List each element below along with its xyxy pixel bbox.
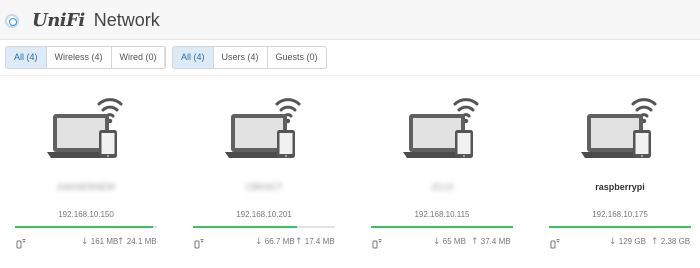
filter-all-types[interactable]: All (4)	[173, 47, 214, 68]
client-ip: 192.168.10.115	[414, 210, 470, 219]
filter-bar: All (4) Wireless (4) Wired (0) All (4) U…	[0, 40, 700, 76]
client-name: JCLD	[430, 182, 454, 192]
client-ip: 192.168.10.150	[58, 210, 114, 219]
brand-title: UniFi Network	[32, 10, 160, 31]
client-name: raspberrypi	[595, 182, 645, 192]
app-menu-icon[interactable]	[5, 14, 19, 28]
access-point-icon[interactable]	[371, 236, 383, 249]
download-value: 129 GB	[618, 237, 646, 246]
upload-arrow-icon: ↑	[651, 237, 659, 247]
download-arrow-icon: ↓	[433, 237, 441, 247]
client-card[interactable]: CBKNCT 192.168.10.201 ↓ 66.7 MB ↑ 17.4 M…	[189, 90, 339, 260]
upload-stat: ↑ 17.4 MB	[295, 237, 335, 247]
signal-bar	[549, 226, 691, 228]
client-stats: ↓ 66.7 MB ↑ 17.4 MB	[189, 236, 339, 250]
download-stat: ↓ 66.7 MB	[255, 237, 295, 247]
upload-stat: ↑ 2.38 GB	[651, 237, 690, 247]
client-name: CBKNCT	[245, 182, 283, 192]
filter-users[interactable]: Users (4)	[214, 47, 268, 68]
download-stat: ↓ 129 GB	[609, 237, 646, 247]
signal-fill	[371, 226, 513, 228]
filter-divider	[164, 46, 165, 69]
download-arrow-icon: ↓	[609, 237, 617, 247]
download-value: 65 MB	[442, 237, 466, 246]
upload-arrow-icon: ↑	[117, 237, 125, 247]
upload-value: 17.4 MB	[304, 237, 335, 246]
client-card[interactable]: AAKNERNEW 192.168.10.150 ↓ 161 MB ↑ 24.1…	[11, 90, 161, 260]
access-point-icon[interactable]	[193, 236, 205, 249]
client-stats: ↓ 65 MB ↑ 37.4 MB	[367, 236, 517, 250]
client-stats: ↓ 161 MB ↑ 24.1 MB	[11, 236, 161, 250]
upload-value: 2.38 GB	[660, 237, 691, 246]
signal-fill	[15, 226, 153, 228]
signal-bar	[15, 226, 157, 228]
filter-wired[interactable]: Wired (0)	[112, 47, 165, 68]
filter-all-connections[interactable]: All (4)	[6, 47, 47, 68]
filter-guests[interactable]: Guests (0)	[268, 47, 326, 68]
app-name: Network	[93, 10, 160, 30]
signal-bar	[193, 226, 335, 228]
laptop-wifi-icon	[575, 90, 665, 168]
filter-wireless[interactable]: Wireless (4)	[47, 47, 112, 68]
download-value: 66.7 MB	[264, 237, 295, 246]
client-card[interactable]: JCLD 192.168.10.115 ↓ 65 MB ↑ 37.4 MB	[367, 90, 517, 260]
download-arrow-icon: ↓	[81, 237, 89, 247]
laptop-wifi-icon	[397, 90, 487, 168]
client-ip: 192.168.10.201	[236, 210, 292, 219]
access-point-icon[interactable]	[15, 236, 27, 249]
upload-value: 24.1 MB	[126, 237, 157, 246]
upload-stat: ↑ 24.1 MB	[117, 237, 157, 247]
download-value: 161 MB	[90, 237, 119, 246]
unifi-logo: UniFi	[32, 10, 85, 31]
download-stat: ↓ 65 MB	[433, 237, 466, 247]
download-arrow-icon: ↓	[255, 237, 263, 247]
laptop-wifi-icon	[219, 90, 309, 168]
connection-filter-group: All (4) Wireless (4) Wired (0)	[5, 46, 166, 69]
access-point-icon[interactable]	[549, 236, 561, 249]
app-header: UniFi Network	[0, 0, 700, 40]
signal-fill	[549, 226, 691, 228]
upload-value: 37.4 MB	[480, 237, 511, 246]
client-name: AAKNERNEW	[56, 182, 115, 192]
upload-arrow-icon: ↑	[295, 237, 303, 247]
upload-arrow-icon: ↑	[471, 237, 479, 247]
download-stat: ↓ 161 MB	[81, 237, 118, 247]
client-card[interactable]: raspberrypi 192.168.10.175 ↓ 129 GB ↑ 2.…	[545, 90, 695, 260]
client-ip: 192.168.10.175	[592, 210, 648, 219]
type-filter-group: All (4) Users (4) Guests (0)	[172, 46, 327, 69]
signal-bar	[371, 226, 513, 228]
laptop-wifi-icon	[41, 90, 131, 168]
client-stats: ↓ 129 GB ↑ 2.38 GB	[545, 236, 695, 250]
signal-fill	[193, 226, 297, 228]
upload-stat: ↑ 37.4 MB	[471, 237, 511, 247]
